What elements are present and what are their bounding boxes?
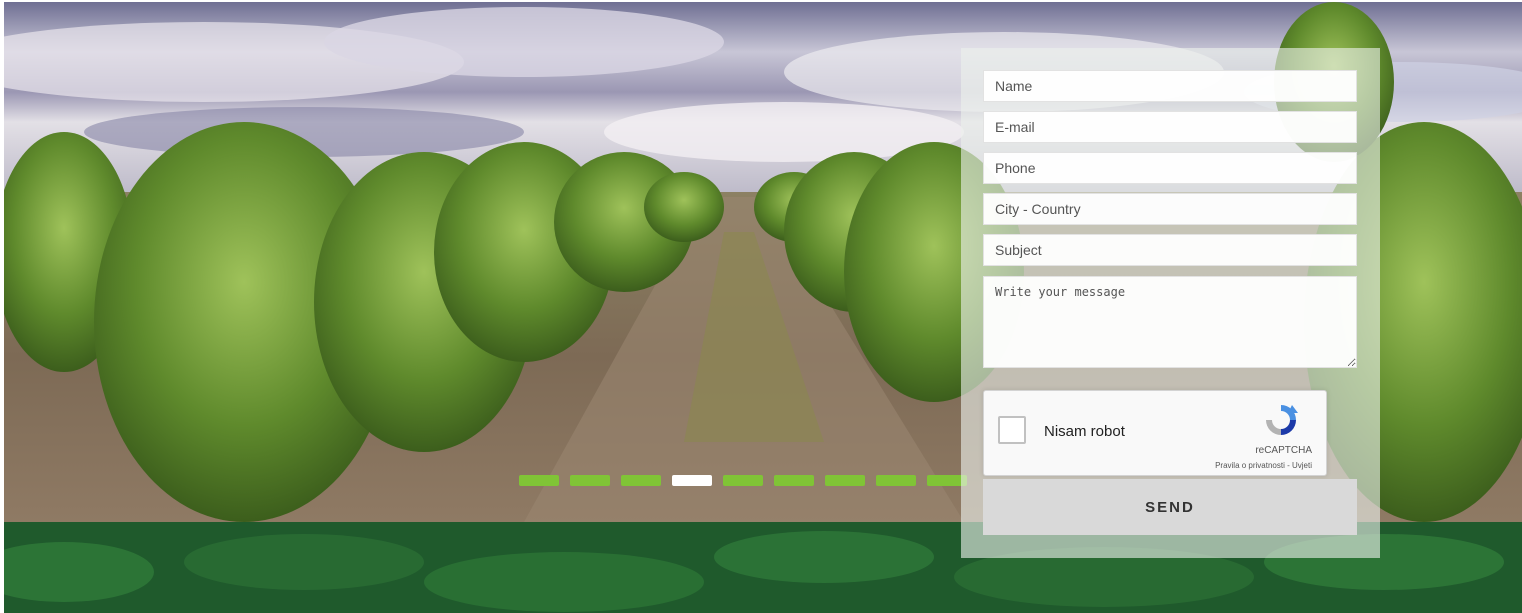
carousel-indicator-5[interactable] xyxy=(723,475,763,486)
recaptcha-link-separator: - xyxy=(1284,461,1292,470)
recaptcha-checkbox[interactable] xyxy=(998,416,1026,444)
city-country-input[interactable] xyxy=(983,193,1357,225)
page: Nisam robot reCAPTCHA Pravila o privatno… xyxy=(0,0,1522,613)
recaptcha-logo-icon xyxy=(1266,405,1298,435)
carousel-indicators xyxy=(519,475,967,486)
carousel-indicator-3[interactable] xyxy=(621,475,661,486)
recaptcha-links: Pravila o privatnosti - Uvjeti xyxy=(1215,461,1312,470)
carousel-indicator-8[interactable] xyxy=(876,475,916,486)
send-button[interactable]: SEND xyxy=(983,479,1357,535)
recaptcha-label: Nisam robot xyxy=(1044,423,1125,440)
carousel-indicator-7[interactable] xyxy=(825,475,865,486)
carousel-indicator-6[interactable] xyxy=(774,475,814,486)
recaptcha-privacy-link[interactable]: Pravila o privatnosti xyxy=(1215,461,1285,470)
phone-input[interactable] xyxy=(983,152,1357,184)
subject-input[interactable] xyxy=(983,234,1357,266)
carousel-indicator-2[interactable] xyxy=(570,475,610,486)
carousel-indicator-1[interactable] xyxy=(519,475,559,486)
email-input[interactable] xyxy=(983,111,1357,143)
recaptcha-brand: reCAPTCHA xyxy=(1255,445,1312,456)
carousel-indicator-4-active[interactable] xyxy=(672,475,712,486)
recaptcha-widget: Nisam robot reCAPTCHA Pravila o privatno… xyxy=(983,390,1327,476)
name-input[interactable] xyxy=(983,70,1357,102)
message-textarea[interactable] xyxy=(983,276,1357,368)
contact-form-panel: Nisam robot reCAPTCHA Pravila o privatno… xyxy=(961,48,1380,558)
recaptcha-terms-link[interactable]: Uvjeti xyxy=(1292,461,1312,470)
